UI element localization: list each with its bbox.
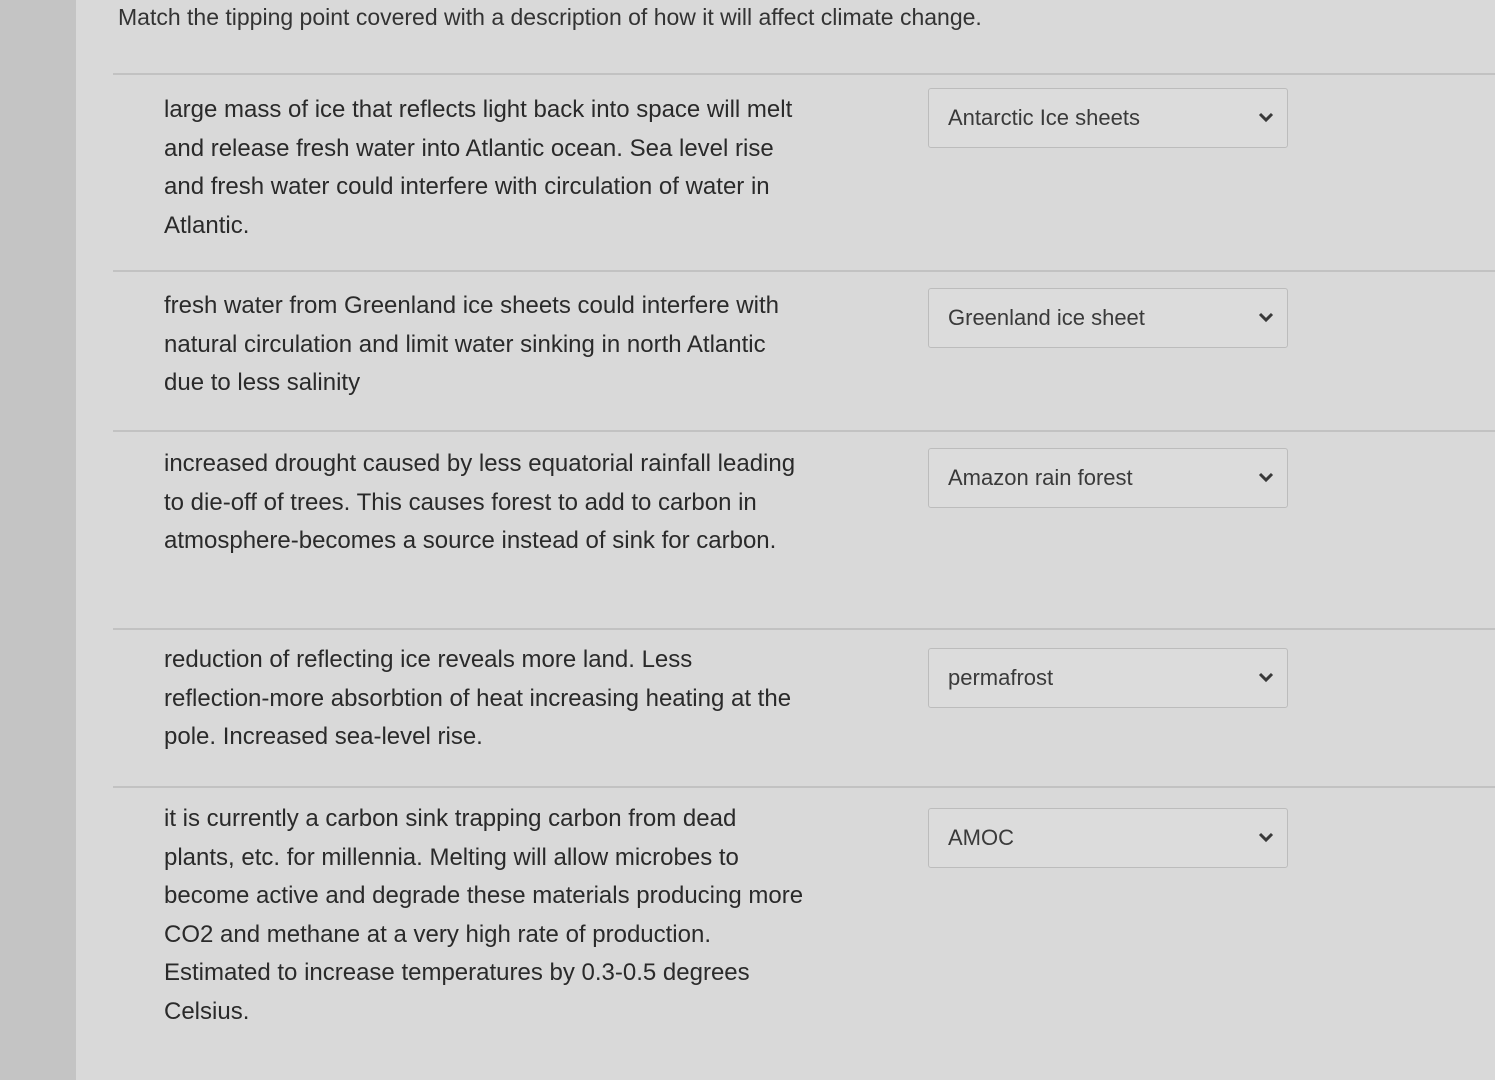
match-select-1[interactable]: Antarctic Ice sheets: [928, 88, 1288, 148]
left-gutter: [0, 0, 76, 1080]
match-select-4[interactable]: permafrost: [928, 648, 1288, 708]
chevron-down-icon: [1258, 472, 1274, 483]
match-description-5: it is currently a carbon sink trapping c…: [164, 805, 804, 1025]
match-description-3: increased drought caused by less equator…: [164, 450, 796, 554]
selected-value-2: Greenland ice sheet: [948, 305, 1145, 330]
match-description-4: reduction of reflecting ice reveals more…: [164, 646, 792, 750]
match-description-2: fresh water from Greenland ice sheets co…: [164, 292, 779, 396]
match-description-1: large mass of ice that reflects light ba…: [164, 96, 793, 239]
question-prompt: Match the tipping point covered with a d…: [118, 4, 982, 30]
chevron-down-icon: [1258, 832, 1274, 843]
selected-value-4: permafrost: [948, 665, 1054, 690]
match-select-5[interactable]: AMOC: [928, 808, 1288, 868]
divider: [113, 786, 1495, 788]
selected-value-1: Antarctic Ice sheets: [948, 105, 1140, 130]
divider: [113, 430, 1495, 432]
selected-value-3: Amazon rain forest: [948, 465, 1133, 490]
selected-value-5: AMOC: [948, 825, 1014, 850]
chevron-down-icon: [1258, 312, 1274, 323]
chevron-down-icon: [1258, 672, 1274, 683]
divider: [113, 270, 1495, 272]
match-select-2[interactable]: Greenland ice sheet: [928, 288, 1288, 348]
divider: [113, 628, 1495, 630]
chevron-down-icon: [1258, 112, 1274, 123]
divider: [113, 73, 1495, 75]
match-select-3[interactable]: Amazon rain forest: [928, 448, 1288, 508]
